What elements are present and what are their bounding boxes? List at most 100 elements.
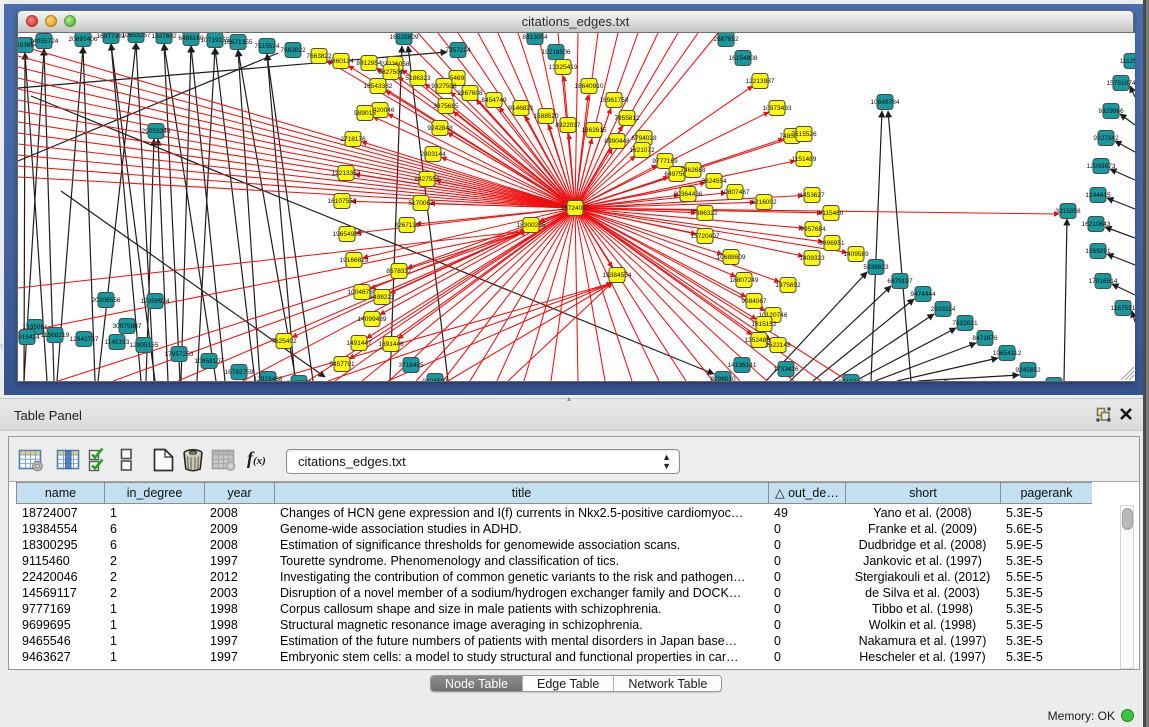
svg-text:3915424: 3915424 bbox=[18, 334, 40, 341]
svg-text:17016514: 17016514 bbox=[1089, 278, 1118, 285]
svg-text:1112543: 1112543 bbox=[1120, 58, 1135, 65]
svg-text:9896951: 9896951 bbox=[819, 240, 845, 247]
svg-text:6216002: 6216002 bbox=[751, 199, 777, 206]
svg-text:7986322: 7986322 bbox=[692, 210, 718, 217]
svg-text:16543382: 16543382 bbox=[364, 83, 393, 90]
svg-text:9245652: 9245652 bbox=[1015, 367, 1041, 374]
svg-text:9227342: 9227342 bbox=[1093, 135, 1119, 142]
svg-text:12213987: 12213987 bbox=[746, 78, 775, 85]
svg-text:8912954: 8912954 bbox=[356, 60, 382, 67]
svg-text:9457791: 9457791 bbox=[329, 361, 355, 368]
svg-text:19218506: 19218506 bbox=[542, 49, 571, 56]
svg-text:6794028: 6794028 bbox=[631, 135, 657, 142]
svg-text:3624554: 3624554 bbox=[701, 178, 727, 185]
svg-text:10654112: 10654112 bbox=[993, 350, 1022, 357]
svg-text:14136141: 14136141 bbox=[728, 362, 757, 369]
svg-text:989015: 989015 bbox=[354, 110, 376, 117]
svg-text:17957253: 17957253 bbox=[165, 351, 194, 358]
svg-text:2867608: 2867608 bbox=[457, 90, 483, 97]
svg-text:19384554: 19384554 bbox=[603, 272, 632, 279]
svg-text:8267130: 8267130 bbox=[394, 222, 420, 229]
svg-text:5186323: 5186323 bbox=[405, 75, 431, 82]
svg-text:10958107: 10958107 bbox=[195, 358, 224, 365]
svg-text:2687652: 2687652 bbox=[713, 36, 739, 43]
svg-text:1409589: 1409589 bbox=[843, 251, 869, 258]
svg-text:7462668: 7462668 bbox=[680, 167, 706, 174]
svg-text:9957684: 9957684 bbox=[800, 226, 826, 233]
svg-text:19654985: 19654985 bbox=[333, 231, 362, 238]
svg-text:16210643: 16210643 bbox=[1082, 221, 1111, 228]
svg-text:16107553: 16107553 bbox=[328, 198, 357, 205]
svg-text:3215958: 3215958 bbox=[1055, 208, 1081, 215]
svg-text:30975887: 30975887 bbox=[113, 323, 142, 330]
svg-text:9329966: 9329966 bbox=[1098, 108, 1124, 115]
svg-text:1975692: 1975692 bbox=[775, 282, 801, 289]
svg-text:10688609: 10688609 bbox=[717, 254, 746, 261]
svg-text:1733426: 1733426 bbox=[773, 366, 799, 373]
svg-text:8454749: 8454749 bbox=[481, 97, 507, 104]
svg-text:9124502: 9124502 bbox=[422, 378, 448, 381]
svg-text:8296010: 8296010 bbox=[710, 376, 736, 381]
svg-text:1244415: 1244415 bbox=[1085, 192, 1111, 199]
svg-text:8322037: 8322037 bbox=[555, 122, 581, 129]
svg-text:7663822: 7663822 bbox=[280, 47, 306, 54]
svg-text:7955812: 7955812 bbox=[614, 115, 640, 122]
svg-text:18807249: 18807249 bbox=[730, 277, 759, 284]
svg-text:19166829: 19166829 bbox=[340, 257, 369, 264]
svg-text:8578332: 8578332 bbox=[386, 268, 412, 275]
svg-text:9827509: 9827509 bbox=[378, 69, 404, 76]
svg-text:9860124: 9860124 bbox=[328, 58, 354, 65]
svg-text:16033809: 16033809 bbox=[390, 34, 419, 41]
svg-text:1691448: 1691448 bbox=[378, 341, 404, 348]
svg-text:12942737: 12942737 bbox=[70, 336, 99, 343]
svg-text:10973493: 10973493 bbox=[763, 105, 792, 112]
svg-text:9115460: 9115460 bbox=[819, 210, 844, 217]
svg-text:12905155: 12905155 bbox=[130, 342, 159, 349]
svg-text:9146821: 9146821 bbox=[508, 105, 534, 112]
svg-text:1491447: 1491447 bbox=[346, 340, 372, 347]
svg-text:8471676: 8471676 bbox=[972, 335, 998, 342]
svg-text:2522148: 2522148 bbox=[765, 342, 791, 349]
svg-text:14099489: 14099489 bbox=[358, 316, 387, 323]
svg-text:9327508: 9327508 bbox=[431, 83, 457, 90]
svg-text:1167531: 1167531 bbox=[1111, 305, 1135, 312]
svg-text:10653267: 10653267 bbox=[122, 33, 151, 39]
svg-text:9245072: 9245072 bbox=[286, 380, 312, 381]
svg-text:1621072: 1621072 bbox=[629, 147, 655, 154]
svg-text:16671355: 16671355 bbox=[224, 39, 253, 46]
svg-text:8990448: 8990448 bbox=[604, 138, 630, 145]
svg-text:7632621: 7632621 bbox=[952, 320, 978, 327]
svg-text:1151489: 1151489 bbox=[792, 156, 817, 163]
svg-text:12093873: 12093873 bbox=[1087, 163, 1116, 170]
svg-text:29053346: 29053346 bbox=[142, 128, 171, 135]
svg-text:1569291: 1569291 bbox=[1085, 248, 1111, 255]
svg-text:16961758: 16961758 bbox=[600, 97, 629, 104]
svg-text:12213363: 12213363 bbox=[332, 170, 361, 177]
svg-text:8427552: 8427552 bbox=[414, 176, 440, 183]
svg-text:13325419: 13325419 bbox=[549, 64, 578, 71]
svg-text:2803144: 2803144 bbox=[420, 151, 446, 158]
svg-text:1527602: 1527602 bbox=[151, 33, 177, 40]
svg-text:12923468: 12923468 bbox=[254, 376, 283, 381]
svg-text:7625402: 7625402 bbox=[271, 338, 297, 345]
svg-text:10807487: 10807487 bbox=[721, 189, 750, 196]
svg-text:5170062: 5170062 bbox=[408, 200, 434, 207]
svg-text:1453627: 1453627 bbox=[799, 192, 825, 199]
svg-text:20691406: 20691406 bbox=[69, 36, 98, 43]
svg-text:2718176: 2718176 bbox=[340, 136, 366, 143]
svg-text:11568219: 11568219 bbox=[41, 332, 70, 339]
svg-text:16154808: 16154808 bbox=[729, 55, 758, 62]
svg-text:3375685: 3375685 bbox=[433, 103, 459, 110]
svg-text:7515524: 7515524 bbox=[254, 43, 280, 50]
svg-text:1615152: 1615152 bbox=[751, 321, 777, 328]
svg-text:1588520: 1588520 bbox=[533, 113, 559, 120]
svg-text:5938923: 5938923 bbox=[863, 264, 889, 271]
svg-text:6879197: 6879197 bbox=[887, 278, 913, 285]
svg-text:15751074: 15751074 bbox=[1107, 80, 1135, 87]
svg-text:1145193: 1145193 bbox=[105, 339, 130, 346]
svg-text:16782759: 16782759 bbox=[225, 369, 254, 376]
svg-text:9474444: 9474444 bbox=[910, 291, 936, 298]
svg-text:3498222: 3498222 bbox=[369, 294, 395, 301]
svg-text:8813054: 8813054 bbox=[522, 34, 548, 41]
svg-text:18640910: 18640910 bbox=[575, 83, 604, 90]
